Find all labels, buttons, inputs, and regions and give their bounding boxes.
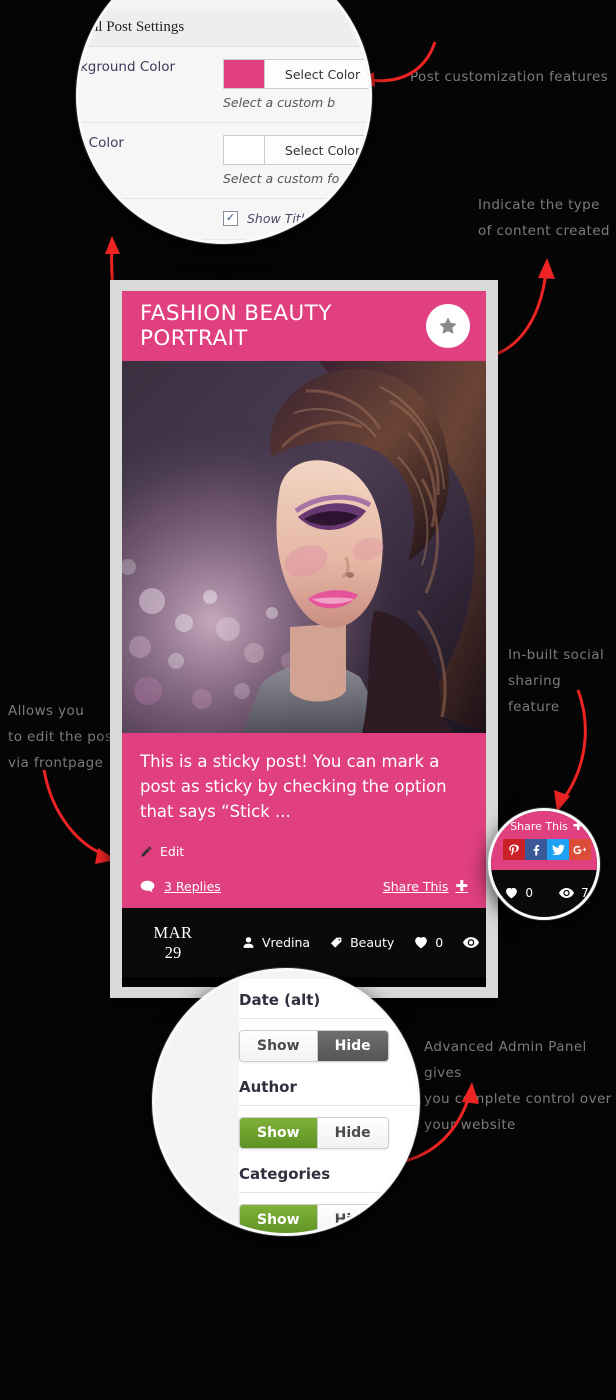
- setting-row-content-block: Content Block ✓ Show Con: [79, 240, 369, 241]
- share-widget-header[interactable]: Share This ✚: [491, 819, 597, 834]
- annotation-content-type: Indicate the type of content created: [478, 197, 610, 239]
- admin-display-toggles: Date (alt) Show Hide S Author Show Hide …: [239, 979, 417, 1233]
- pencil-icon: [140, 845, 153, 858]
- color-picker-font[interactable]: Select Color: [223, 135, 369, 165]
- social-share-widget: Share This ✚ 0 7: [491, 811, 597, 917]
- post-excerpt: This is a sticky post! You can mark a po…: [140, 752, 447, 821]
- post-category-name: Beauty: [350, 935, 395, 950]
- setting-label: Title Block: [76, 211, 125, 227]
- post-header: FASHION BEAUTY PORTRAIT: [122, 291, 486, 361]
- divider: [239, 1192, 417, 1193]
- share-views-count: 7: [581, 886, 589, 900]
- arrow-to-edit-link: [42, 769, 116, 864]
- plus-icon: ✚: [455, 877, 468, 895]
- eye-icon: [463, 936, 480, 949]
- hide-button[interactable]: Hide: [316, 1205, 388, 1233]
- share-likes-count: 0: [525, 886, 533, 900]
- annotation-social-sharing: In-built social sharing feature: [508, 647, 605, 715]
- hide-button[interactable]: Hide: [316, 1031, 388, 1061]
- post-author-name: Vredina: [262, 935, 311, 950]
- user-icon: [242, 936, 255, 949]
- edit-row: Edit: [140, 844, 468, 863]
- setting-row-background-color: Background Color Select Color Select a c…: [79, 47, 369, 110]
- replies-link[interactable]: 3 Replies: [140, 879, 221, 894]
- toggle-group-author: Author Show Hide Show: [239, 1066, 417, 1153]
- facebook-icon[interactable]: [525, 839, 547, 860]
- toggle-categories[interactable]: Show Hide: [239, 1204, 389, 1233]
- tag-icon: [330, 936, 343, 949]
- edit-post-link[interactable]: Edit: [140, 844, 184, 859]
- setting-row-title-block: Title Block ✓ Show Title Bl: [76, 199, 369, 227]
- heart-icon: [414, 936, 428, 949]
- setting-label: Background Color: [79, 59, 176, 75]
- share-widget-label: Share This: [510, 820, 568, 833]
- post-meta-bar: MAR 29 Vredina Beauty 0: [122, 908, 486, 977]
- show-button[interactable]: Show: [240, 1118, 317, 1148]
- hide-button[interactable]: Hide: [316, 1118, 388, 1148]
- post-date-month: MAR: [153, 922, 193, 942]
- share-this-button[interactable]: Share This ✚: [382, 877, 468, 895]
- setting-help: Select a custom b: [223, 95, 336, 110]
- edit-label: Edit: [160, 844, 185, 859]
- post-body: This is a sticky post! You can mark a po…: [122, 733, 486, 908]
- annotation-post-customization: Post customization features: [410, 69, 609, 85]
- show-button[interactable]: Show: [240, 1031, 317, 1061]
- magnifier-admin-toggles: Date (alt) Show Hide S Author Show Hide …: [152, 968, 420, 1236]
- post-likes-count: 0: [435, 935, 444, 950]
- toggle-title: Author: [239, 1078, 297, 1096]
- magnifier-social-share: Share This ✚ 0 7: [488, 808, 600, 920]
- color-swatch: [224, 136, 264, 164]
- twitter-icon[interactable]: [547, 839, 569, 860]
- annotation-edit-frontpage: Allows you to edit the post via frontpag…: [8, 703, 119, 771]
- checkbox-label: Show Title Bl: [247, 211, 328, 226]
- color-picker-background[interactable]: Select Color: [223, 59, 369, 89]
- annotation-admin-panel: Advanced Admin Panel gives you complete …: [424, 1039, 612, 1133]
- setting-row-font-color: Font Color Select Color Select a custom …: [79, 123, 369, 186]
- post-author[interactable]: Vredina: [242, 935, 310, 950]
- post-title: FASHION BEAUTY PORTRAIT: [140, 301, 332, 351]
- engagement-row: 3 Replies Share This ✚: [140, 879, 468, 894]
- checkbox-title-block[interactable]: ✓: [223, 211, 238, 226]
- featured-image[interactable]: [122, 361, 486, 733]
- blog-post-card[interactable]: FASHION BEAUTY PORTRAIT This is a sticky…: [110, 280, 498, 998]
- googleplus-icon[interactable]: [569, 839, 591, 860]
- admin-general-post-settings: General Post Settings Background Color S…: [76, 9, 369, 241]
- post-date-day: 29: [164, 942, 182, 962]
- post-category[interactable]: Beauty: [330, 935, 394, 950]
- share-likes[interactable]: 0: [505, 886, 533, 900]
- eye-icon: [559, 887, 574, 899]
- toggle-group-categories: Categories Show Hide: [239, 1153, 417, 1233]
- share-views[interactable]: 7: [559, 886, 589, 900]
- comment-icon: [140, 880, 155, 894]
- setting-help: Select a custom fo: [223, 171, 340, 186]
- post-views[interactable]: 7: [463, 935, 486, 950]
- post-date: MAR 29: [144, 923, 202, 963]
- post-likes[interactable]: 0: [414, 935, 443, 950]
- select-color-button[interactable]: Select Color: [264, 136, 369, 164]
- pinterest-icon[interactable]: [503, 839, 525, 860]
- magnifier-post-settings: General Post Settings Background Color S…: [76, 0, 372, 244]
- plus-icon: ✚: [572, 819, 584, 834]
- share-network-list: [491, 839, 597, 860]
- toggle-title: Date (alt): [239, 991, 321, 1009]
- share-label: Share This: [382, 879, 449, 894]
- color-swatch: [224, 60, 264, 88]
- star-icon[interactable]: [426, 304, 470, 348]
- toggle-author[interactable]: Show Hide: [239, 1117, 389, 1149]
- toggle-date-alt[interactable]: Show Hide: [239, 1030, 389, 1062]
- replies-label: 3 Replies: [164, 879, 221, 894]
- toggle-title: Categories: [239, 1165, 331, 1183]
- show-button[interactable]: Show: [240, 1205, 317, 1233]
- select-color-button[interactable]: Select Color: [264, 60, 369, 88]
- toggle-group-date-alt: Date (alt) Show Hide S: [239, 979, 417, 1066]
- setting-label: Font Color: [79, 135, 124, 151]
- heart-icon: [505, 887, 518, 899]
- panel-title: General Post Settings: [79, 9, 369, 47]
